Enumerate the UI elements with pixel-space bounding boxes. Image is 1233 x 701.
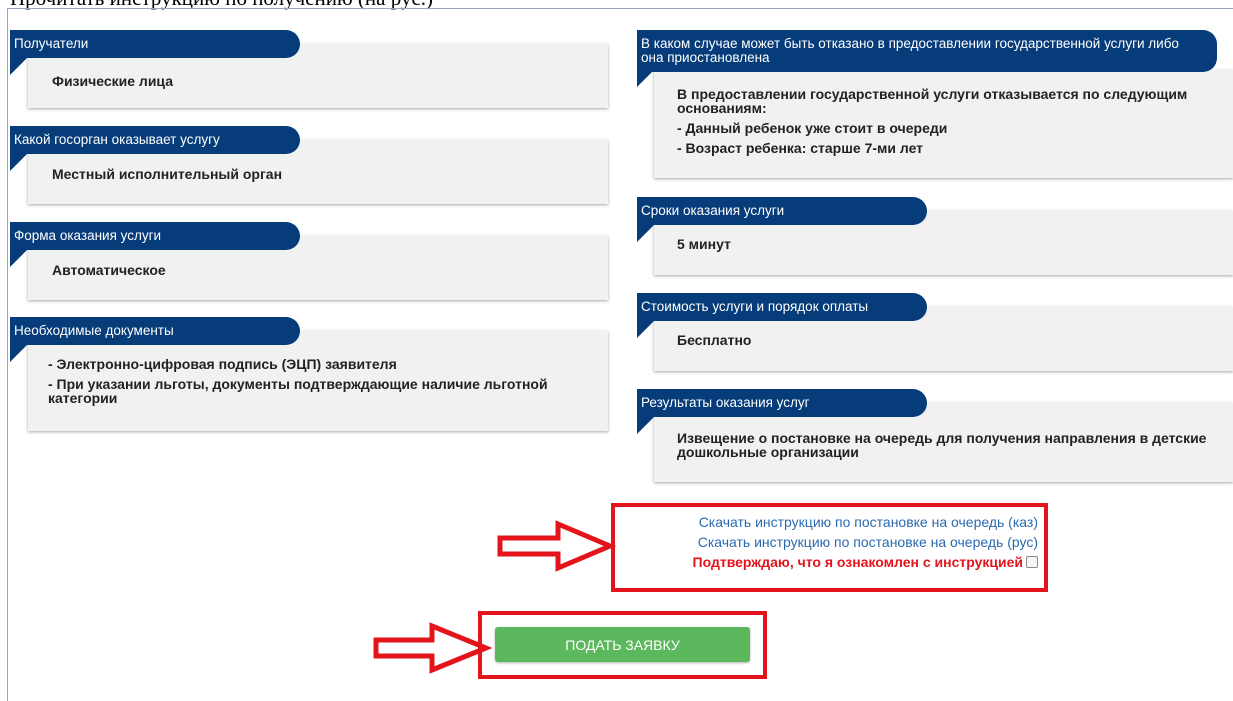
header-tail <box>10 58 27 75</box>
card-header: Необходимые документы <box>10 317 300 345</box>
page-heading-fragment: Прочитать инструкцию по получению (на ру… <box>10 0 433 11</box>
card-line: В предоставлении государственной услуги … <box>677 86 1188 116</box>
card-header: Сроки оказания услуги <box>637 197 927 225</box>
card-header: Какой госорган оказывает услугу <box>10 126 300 154</box>
confirm-instruction-label: Подтверждаю, что я ознакомлен с инструкц… <box>692 554 1023 570</box>
card-line: - Данный ребенок уже стоит в очереди <box>677 120 948 136</box>
info-card-refusal: В каком случае может быть отказано в пре… <box>637 30 1233 178</box>
frame-border-top <box>7 8 1233 9</box>
info-card-documents: Необходимые документы - Электронно-цифро… <box>10 317 608 431</box>
card-header: В каком случае может быть отказано в пре… <box>637 30 1217 72</box>
card-header: Стоимость услуги и порядок оплаты <box>637 293 927 321</box>
card-line: - При указании льготы, документы подтвер… <box>48 376 548 406</box>
card-header: Результаты оказания услуг <box>637 389 927 417</box>
card-line: Автоматическое <box>52 262 166 278</box>
card-header: Получатели <box>10 30 300 58</box>
info-card-recipients: Получатели Физические лица <box>10 30 608 108</box>
header-tail <box>637 225 654 242</box>
card-line: Бесплатно <box>677 332 752 348</box>
card-content: 5 минут <box>677 237 1213 257</box>
card-content: - Электронно-цифровая подпись (ЭЦП) заяв… <box>48 357 558 411</box>
header-tail <box>10 250 27 267</box>
submit-application-button[interactable]: ПОДАТЬ ЗАЯВКУ <box>495 627 750 662</box>
card-line: 5 минут <box>677 236 731 252</box>
card-content: Физические лица <box>52 74 588 94</box>
info-card-cost: Стоимость услуги и порядок оплаты Беспла… <box>637 293 1233 371</box>
arrow-right-icon <box>373 622 492 674</box>
card-line: Местный исполнительный орган <box>52 166 283 182</box>
info-card-terms: Сроки оказания услуги 5 минут <box>637 197 1233 275</box>
card-line: Извещение о постановке на очередь для по… <box>677 430 1207 460</box>
card-content: Бесплатно <box>677 333 1213 353</box>
card-line: - Возраст ребенка: старше 7-ми лет <box>677 140 924 156</box>
card-content: Местный исполнительный орган <box>52 167 588 187</box>
header-tail <box>637 70 654 87</box>
arrow-right-icon <box>497 520 616 572</box>
card-content: Извещение о постановке на очередь для по… <box>677 431 1213 465</box>
download-instruction-rus-link[interactable]: Скачать инструкцию по постановке на очер… <box>620 532 1038 552</box>
instruction-links: Скачать инструкцию по постановке на очер… <box>620 512 1038 572</box>
confirm-instruction-checkbox[interactable] <box>1026 556 1038 568</box>
header-tail <box>10 345 27 362</box>
header-tail <box>10 154 27 171</box>
info-card-agency: Какой госорган оказывает услугу Местный … <box>10 126 608 204</box>
info-card-results: Результаты оказания услуг Извещение о по… <box>637 389 1233 482</box>
download-instruction-kaz-link[interactable]: Скачать инструкцию по постановке на очер… <box>620 512 1038 532</box>
card-content: Автоматическое <box>52 263 588 283</box>
frame-border-left <box>7 8 8 701</box>
card-header: Форма оказания услуги <box>10 222 300 250</box>
header-tail <box>637 417 654 434</box>
confirm-instruction-row: Подтверждаю, что я ознакомлен с инструкц… <box>620 552 1038 572</box>
info-card-form: Форма оказания услуги Автоматическое <box>10 222 608 300</box>
card-line: - Электронно-цифровая подпись (ЭЦП) заяв… <box>48 356 397 372</box>
card-line: Физические лица <box>52 73 173 89</box>
header-tail <box>637 321 654 338</box>
card-content: В предоставлении государственной услуги … <box>677 87 1193 161</box>
